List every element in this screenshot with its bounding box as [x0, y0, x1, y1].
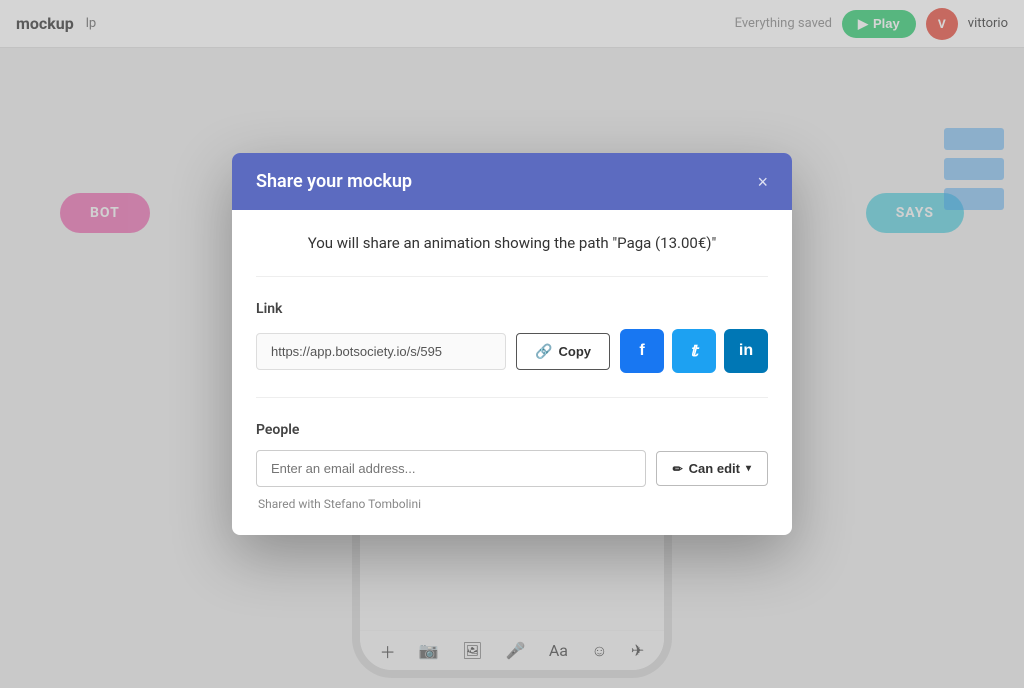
- link-icon: 🔗: [535, 343, 552, 360]
- can-edit-button[interactable]: ✏ Can edit ▾: [656, 451, 768, 486]
- modal-body: You will share an animation showing the …: [232, 210, 792, 535]
- linkedin-share-button[interactable]: in: [724, 329, 768, 373]
- email-input[interactable]: [256, 450, 646, 487]
- modal-header: Share your mockup ×: [232, 153, 792, 210]
- people-section-label: People: [256, 422, 768, 438]
- twitter-icon: 𝕥: [690, 341, 697, 361]
- modal-title: Share your mockup: [256, 171, 412, 192]
- link-row: 🔗 Copy f 𝕥 in: [256, 329, 768, 398]
- share-description: You will share an animation showing the …: [256, 234, 768, 277]
- facebook-share-button[interactable]: f: [620, 329, 664, 373]
- link-section: Link 🔗 Copy f 𝕥 in: [256, 301, 768, 398]
- people-section: People ✏ Can edit ▾ Shared with Stefano …: [256, 422, 768, 511]
- social-buttons: f 𝕥 in: [620, 329, 768, 373]
- shared-with-text: Shared with Stefano Tombolini: [256, 497, 768, 511]
- share-modal: Share your mockup × You will share an an…: [232, 153, 792, 535]
- modal-backdrop: Share your mockup × You will share an an…: [0, 0, 1024, 688]
- modal-close-button[interactable]: ×: [757, 173, 768, 191]
- pencil-icon: ✏: [673, 462, 683, 476]
- twitter-share-button[interactable]: 𝕥: [672, 329, 716, 373]
- link-section-label: Link: [256, 301, 768, 317]
- link-input[interactable]: [256, 333, 506, 370]
- copy-button[interactable]: 🔗 Copy: [516, 333, 610, 370]
- chevron-down-icon: ▾: [746, 463, 751, 474]
- people-row: ✏ Can edit ▾: [256, 450, 768, 487]
